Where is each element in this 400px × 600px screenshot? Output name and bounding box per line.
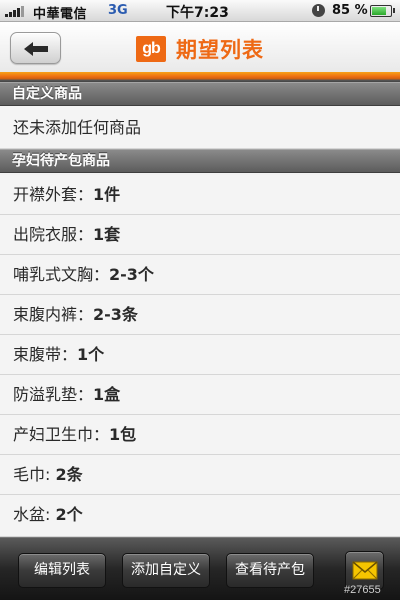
item-name: 哺乳式文胸： [13,265,110,284]
section-header-maternity: 孕妇待产包商品 [0,149,400,173]
network-type: 3G [108,3,128,18]
item-name: 毛巾: [13,465,56,484]
list-item[interactable]: 开襟外套：1件 [0,175,400,215]
section-header-custom: 自定义商品 [0,82,400,106]
carrier-name: 中華電信 [33,7,88,22]
app-logo-icon: gb [136,36,166,62]
battery-percent: 85 % [332,3,368,18]
list-item-name: 还未添加任何商品 [13,118,142,137]
item-name: 水盆: [13,505,56,524]
back-arrow-icon [24,42,48,56]
item-quantity: 1件 [93,185,121,204]
item-quantity: 2个 [55,505,83,524]
add-custom-button[interactable]: 添加自定义 [122,553,210,588]
item-name: 开襟外套： [13,185,94,204]
list-item[interactable]: 毛巾: 2条 [0,455,400,495]
nav-accent-stripe [0,72,400,82]
item-quantity: 1包 [109,425,137,444]
item-quantity: 1盒 [93,385,121,404]
item-name: 束腹内裤： [13,305,94,324]
item-quantity: 2-3个 [109,265,154,284]
signal-strength-icon [5,6,29,17]
list-item-empty: 还未添加任何商品 [0,106,400,149]
list-item[interactable]: 水盆: 2个 [0,495,400,537]
list-item[interactable]: 哺乳式文胸：2-3个 [0,255,400,295]
item-name: 出院衣服： [13,225,94,244]
list-item[interactable]: 出院衣服：1套 [0,215,400,255]
back-button[interactable] [10,32,61,64]
item-name: 束腹带： [13,345,78,364]
navigation-bar: gb 期望列表 [0,22,400,72]
battery-icon [370,5,395,17]
list-item[interactable]: 产妇卫生巾：1包 [0,415,400,455]
item-quantity: 1套 [93,225,121,244]
clock: 下午7:23 [166,5,229,21]
list-item[interactable]: 防溢乳垫：1盒 [0,375,400,415]
watermark-text: #27655 [344,584,381,596]
item-quantity: 1个 [77,345,105,364]
list-item[interactable]: 束腹内裤：2-3条 [0,295,400,335]
view-maternity-bag-button[interactable]: 查看待产包 [226,553,314,588]
item-quantity: 2-3条 [93,305,138,324]
status-bar: 中華電信 3G 下午7:23 85 % [0,0,400,22]
list-item[interactable]: 束腹带：1个 [0,335,400,375]
item-name: 产妇卫生巾： [13,425,110,444]
envelope-icon [352,561,378,580]
page-title: 期望列表 [176,38,264,62]
bottom-toolbar: 编辑列表 添加自定义 查看待产包 [0,537,400,600]
item-quantity: 2条 [55,465,83,484]
item-name: 防溢乳垫： [13,385,94,404]
rotation-lock-icon [312,4,325,17]
edit-list-button[interactable]: 编辑列表 [18,553,106,588]
